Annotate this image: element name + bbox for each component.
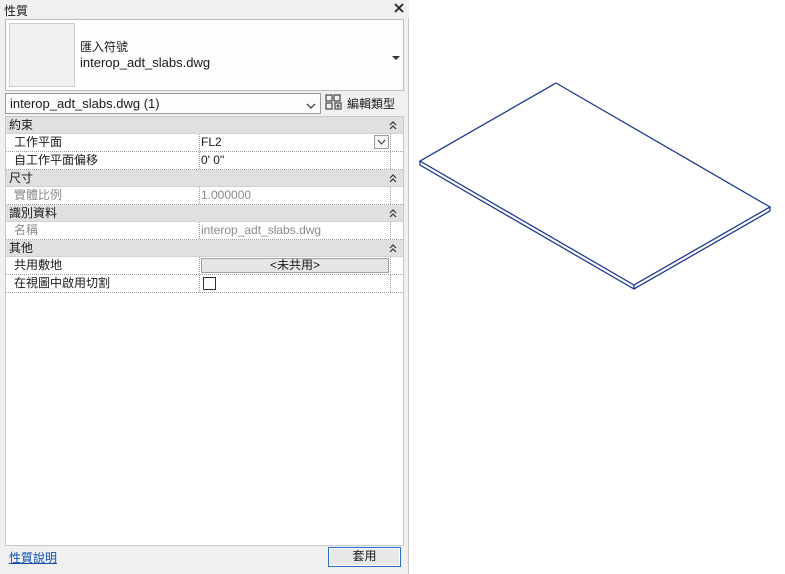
collapse-icon[interactable] <box>389 242 397 258</box>
group-label: 約束 <box>9 118 34 132</box>
properties-help-link[interactable]: 性質說明 <box>9 549 57 566</box>
view-canvas[interactable] <box>410 0 785 574</box>
type-selector-label: 匯入符號 interop_adt_slabs.dwg <box>80 40 210 70</box>
type-preview-thumbnail <box>9 23 75 87</box>
property-row-enable-cut: 在視圖中啟用切割 <box>6 275 403 293</box>
enable-cut-field <box>200 275 391 292</box>
shared-site-field: <未共用> <box>200 257 391 274</box>
work-plane-field[interactable]: FL2 <box>200 134 391 151</box>
slab-drawing <box>418 82 772 290</box>
slab-top-face <box>418 82 772 286</box>
edit-type-icon <box>325 93 343 113</box>
slab-3d-shape[interactable] <box>418 82 772 290</box>
property-row-work-plane: 工作平面 FL2 <box>6 134 403 152</box>
group-header-other[interactable]: 其他 <box>6 240 403 257</box>
group-label: 尺寸 <box>9 171 34 185</box>
property-name: 名稱 <box>6 222 200 239</box>
property-name: 共用敷地 <box>6 257 200 274</box>
properties-palette: 性質 匯入符號 interop_adt_slabs.dwg interop_ad… <box>0 0 409 574</box>
type-selector[interactable]: 匯入符號 interop_adt_slabs.dwg <box>5 19 404 91</box>
instance-filter-dropdown[interactable]: interop_adt_slabs.dwg (1) <box>5 93 321 114</box>
collapse-icon[interactable] <box>389 207 397 223</box>
group-label: 識別資料 <box>9 206 58 220</box>
edit-type-button[interactable]: 編輯類型 <box>325 93 395 113</box>
property-row-offset: 自工作平面偏移 0' 0" <box>6 152 403 170</box>
property-value: 0' 0" <box>201 153 225 167</box>
name-field: interop_adt_slabs.dwg <box>200 222 391 239</box>
instance-filter-value: interop_adt_slabs.dwg (1) <box>10 96 160 111</box>
collapse-icon[interactable] <box>389 119 397 135</box>
type-name: interop_adt_slabs.dwg <box>80 55 211 70</box>
property-name: 工作平面 <box>6 134 200 151</box>
property-name: 在視圖中啟用切割 <box>6 275 200 292</box>
chevron-down-icon[interactable] <box>374 135 389 149</box>
property-row-shared-site: 共用敷地 <未共用> <box>6 257 403 275</box>
group-label: 其他 <box>9 241 34 255</box>
property-row-name: 名稱 interop_adt_slabs.dwg <box>6 222 403 240</box>
palette-titlebar: 性質 <box>0 0 409 18</box>
property-row-instance-scale: 實體比例 1.000000 <box>6 187 403 205</box>
collapse-icon[interactable] <box>389 172 397 188</box>
edit-type-label: 編輯類型 <box>347 96 396 111</box>
palette-footer: 性質說明 套用 <box>0 545 409 574</box>
enable-cut-checkbox[interactable] <box>203 277 216 290</box>
property-name: 實體比例 <box>6 187 200 204</box>
property-value: 1.000000 <box>201 188 252 202</box>
slab-front-edge <box>419 161 771 290</box>
instance-scale-field: 1.000000 <box>200 187 391 204</box>
property-value: interop_adt_slabs.dwg <box>201 223 322 237</box>
palette-title: 性質 <box>4 4 29 18</box>
property-value: FL2 <box>201 135 222 149</box>
chevron-down-icon[interactable] <box>306 98 316 113</box>
close-icon[interactable] <box>392 1 406 15</box>
group-header-constraints[interactable]: 約束 <box>6 117 403 134</box>
dropdown-arrow-icon[interactable] <box>392 51 400 60</box>
shared-site-button[interactable]: <未共用> <box>201 258 389 273</box>
offset-field[interactable]: 0' 0" <box>200 152 391 169</box>
group-header-dimensions[interactable]: 尺寸 <box>6 170 403 187</box>
type-family-name: 匯入符號 <box>80 40 129 54</box>
apply-button[interactable]: 套用 <box>328 547 401 567</box>
instance-filter-row: interop_adt_slabs.dwg (1) 編輯類型 <box>5 93 404 115</box>
properties-grid: 約束 工作平面 FL2 自工作平面偏移 0' 0" 尺寸 實體比例 1.0000… <box>5 116 404 546</box>
property-name: 自工作平面偏移 <box>6 152 200 169</box>
group-header-identity-data[interactable]: 識別資料 <box>6 205 403 222</box>
